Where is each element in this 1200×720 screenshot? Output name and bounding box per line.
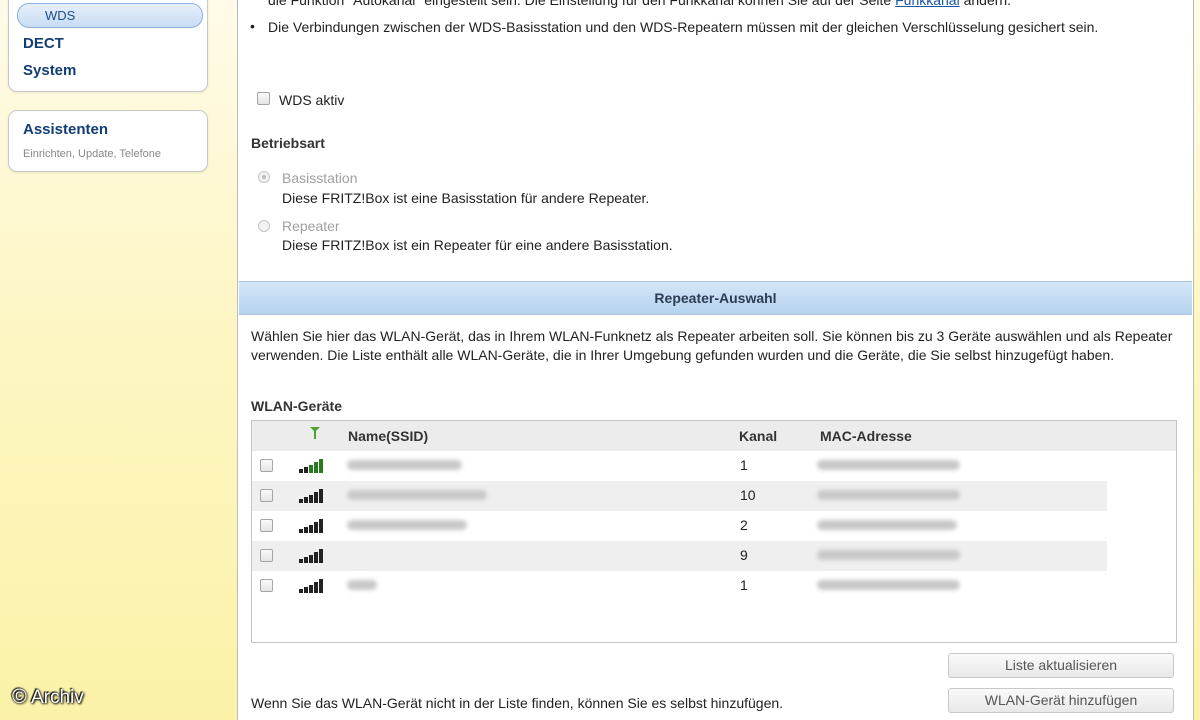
table-row[interactable]: 10	[252, 481, 1107, 511]
table-header: Name(SSID) Kanal MAC-Adresse	[252, 421, 1176, 451]
mac-redacted	[817, 490, 960, 500]
table-row[interactable]: 9	[252, 541, 1107, 571]
mac-redacted	[817, 550, 960, 560]
table-row[interactable]: 2	[252, 511, 1107, 541]
ssid-redacted	[347, 520, 467, 530]
sidebar-item-dect[interactable]: DECT	[23, 35, 64, 52]
row-channel: 9	[740, 547, 748, 563]
repeater-label: Repeater	[282, 218, 340, 234]
wds-active-label: WDS aktiv	[279, 92, 345, 108]
ssid-redacted	[347, 580, 377, 590]
signal-icon	[309, 426, 321, 443]
sidebar-menu: WDS DECT System	[8, 0, 208, 92]
copyright-symbol: ©	[12, 686, 27, 708]
intro-partial-line: die Funktion "Autokanal" eingestellt sei…	[268, 0, 1011, 10]
row-select-checkbox[interactable]	[260, 489, 273, 502]
table-row[interactable]: 1	[252, 571, 1107, 601]
basisstation-label: Basisstation	[282, 170, 358, 186]
add-wlan-device-button[interactable]: WLAN-Gerät hinzufügen	[948, 688, 1174, 713]
signal-strength-icon	[299, 459, 323, 473]
assistants-subtitle: Einrichten, Update, Telefone	[23, 148, 161, 160]
wlan-devices-table: Name(SSID) Kanal MAC-Adresse 1 10 2 9 1	[251, 420, 1177, 643]
wlan-devices-heading: WLAN-Geräte	[251, 398, 343, 414]
sidebar-item-system[interactable]: System	[23, 62, 76, 79]
wds-active-checkbox[interactable]	[257, 92, 270, 105]
row-channel: 2	[740, 517, 748, 533]
repeater-description: Diese FRITZ!Box ist ein Repeater für ein…	[282, 237, 673, 253]
assistants-title[interactable]: Assistenten	[23, 121, 108, 138]
sidebar-item-wds[interactable]: WDS	[17, 3, 203, 28]
bullet-dot: •	[250, 18, 255, 34]
column-mac: MAC-Adresse	[820, 428, 912, 444]
repeater-selection-header: Repeater-Auswahl	[239, 281, 1192, 315]
signal-strength-icon	[299, 579, 323, 593]
encryption-note: Die Verbindungen zwischen der WDS-Basiss…	[268, 19, 1099, 35]
table-row[interactable]: 1	[252, 451, 1107, 481]
add-device-hint: Wenn Sie das WLAN-Gerät nicht in der Lis…	[251, 695, 784, 711]
intro-text-before-link: die Funktion "Autokanal" eingestellt sei…	[268, 0, 892, 8]
refresh-list-button[interactable]: Liste aktualisieren	[948, 653, 1174, 678]
basisstation-description: Diese FRITZ!Box ist eine Basisstation fü…	[282, 190, 650, 206]
betriebsart-heading: Betriebsart	[251, 135, 325, 151]
ssid-redacted	[347, 490, 487, 500]
row-select-checkbox[interactable]	[260, 459, 273, 472]
column-channel: Kanal	[739, 428, 778, 444]
signal-strength-icon	[299, 489, 323, 503]
column-name: Name(SSID)	[348, 428, 429, 444]
row-select-checkbox[interactable]	[260, 579, 273, 592]
row-channel: 1	[740, 577, 748, 593]
signal-strength-icon	[299, 549, 323, 563]
row-channel: 1	[740, 457, 748, 473]
funkkanal-link[interactable]: Funkkanal	[895, 0, 960, 8]
row-select-checkbox[interactable]	[260, 519, 273, 532]
signal-strength-icon	[299, 519, 323, 533]
basisstation-radio[interactable]	[258, 171, 270, 183]
mac-redacted	[817, 460, 960, 470]
repeater-radio[interactable]	[258, 220, 270, 232]
watermark-text: Archiv	[30, 687, 84, 708]
archive-watermark: © Archiv	[12, 686, 84, 709]
ssid-redacted	[347, 460, 462, 470]
main-content: die Funktion "Autokanal" eingestellt sei…	[237, 0, 1194, 720]
repeater-description-text: Wählen Sie hier das WLAN-Gerät, das in I…	[251, 328, 1173, 363]
intro-text-after-link: ändern.	[963, 0, 1012, 8]
row-channel: 10	[740, 487, 756, 503]
assistants-box[interactable]: Assistenten Einrichten, Update, Telefone	[8, 110, 208, 172]
row-select-checkbox[interactable]	[260, 549, 273, 562]
mac-redacted	[817, 580, 960, 590]
mac-redacted	[817, 520, 957, 530]
